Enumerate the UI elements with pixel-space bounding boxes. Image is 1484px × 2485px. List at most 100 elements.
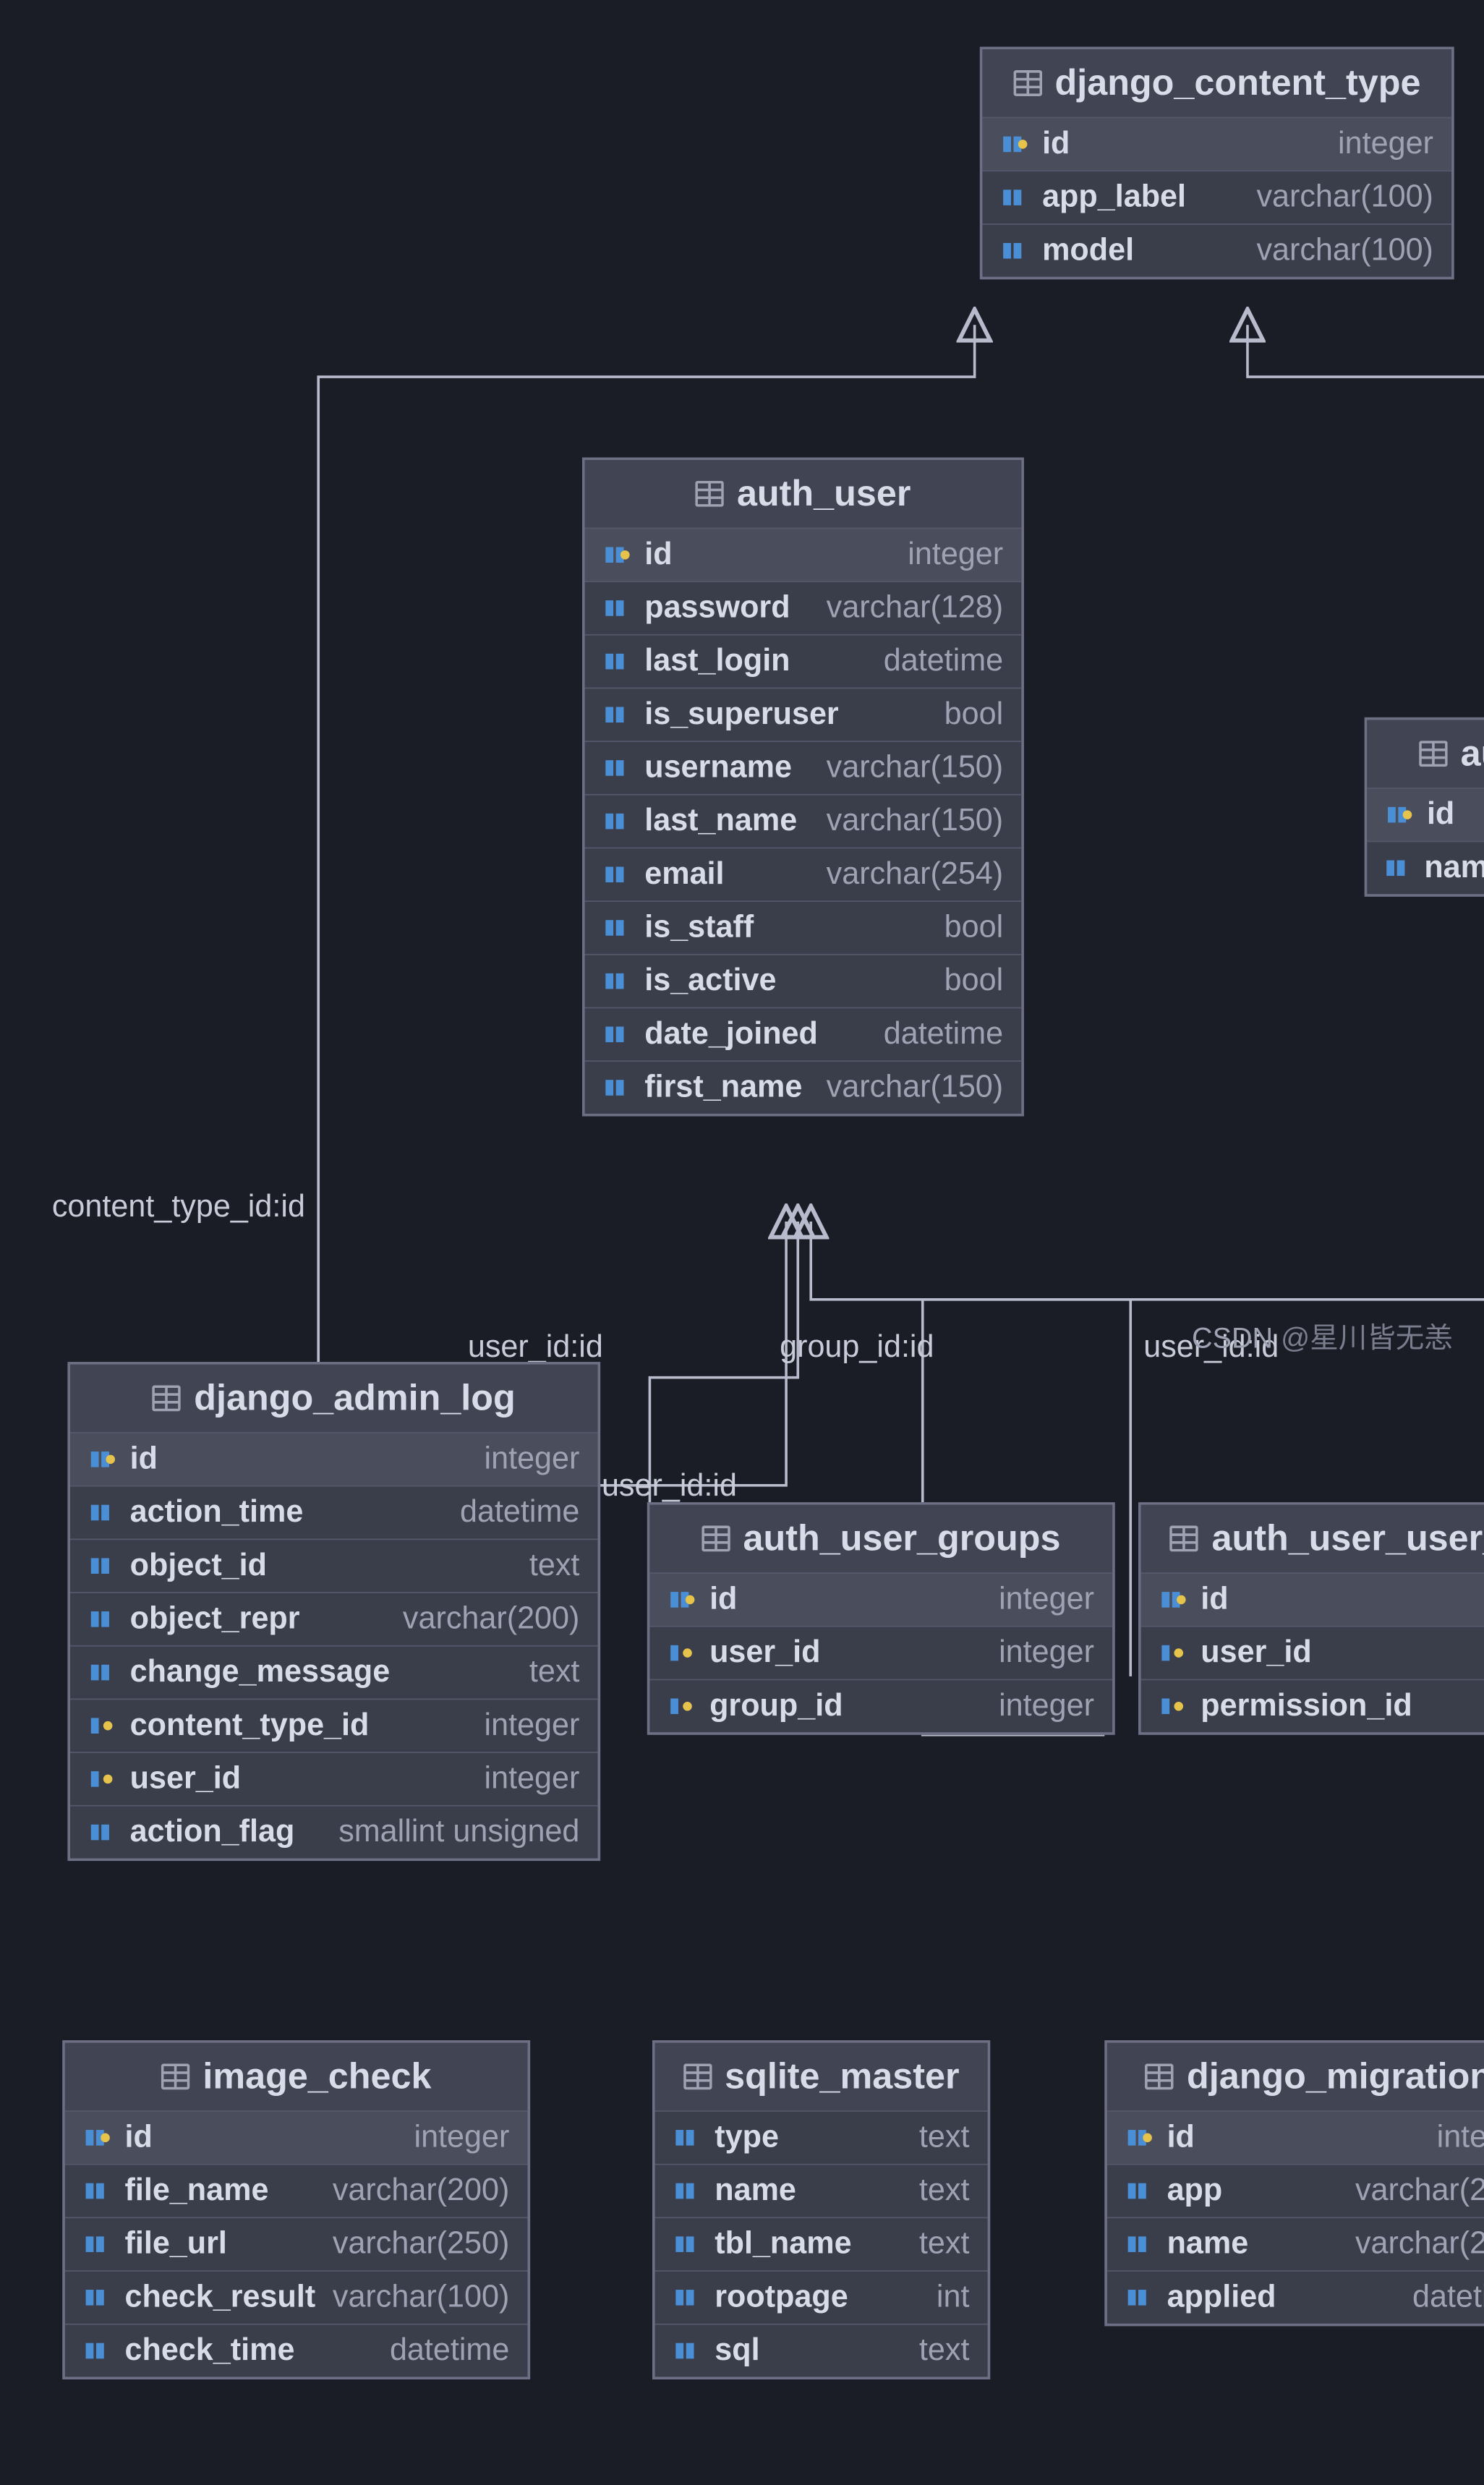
column-row: is_staff bool xyxy=(585,900,1022,954)
column-row: model varchar(100) xyxy=(982,223,1451,277)
column-type: text xyxy=(919,2332,970,2369)
column-row: passwordvarchar(128) xyxy=(585,581,1022,634)
column-type: varchar(255) xyxy=(1355,2173,1484,2209)
column-icon xyxy=(88,1820,117,1843)
primary-key-icon xyxy=(1125,2126,1154,2149)
column-row: object_reprvarchar(200) xyxy=(70,1592,598,1645)
column-name: object_repr xyxy=(130,1601,300,1637)
column-icon xyxy=(88,1661,117,1684)
column-type: varchar(100) xyxy=(333,2280,509,2316)
column-icon xyxy=(1385,856,1411,879)
column-row: idinteger xyxy=(70,1432,598,1486)
column-icon xyxy=(673,2339,702,2362)
foreign-key-icon xyxy=(1159,1695,1188,1718)
table-auth-group[interactable]: auth_groupidintegernamevarchar(150) xyxy=(1365,717,1484,897)
column-row: rootpageint xyxy=(655,2270,988,2324)
column-icon xyxy=(1125,2179,1154,2202)
table-icon xyxy=(695,481,724,507)
foreign-key-icon xyxy=(1159,1641,1188,1664)
column-name: action_flag xyxy=(130,1814,295,1850)
column-icon xyxy=(83,2233,112,2256)
column-icon xyxy=(83,2339,112,2362)
column-name: is_staff xyxy=(644,910,754,946)
column-icon xyxy=(673,2179,702,2202)
column-row: app varchar(255) xyxy=(1107,2164,1484,2217)
column-type: varchar(100) xyxy=(1256,233,1433,269)
primary-key-icon xyxy=(603,543,632,566)
column-icon xyxy=(603,1023,632,1046)
column-row: idinteger xyxy=(982,117,1451,171)
table-auth-user-user-permissions[interactable]: auth_user_user_permissionsidintegeruser_… xyxy=(1138,1502,1484,1735)
column-type: varchar(150) xyxy=(827,750,1003,786)
primary-key-icon xyxy=(83,2126,112,2149)
table-django-migrations[interactable]: django_migrationsidintegerappvarchar(255… xyxy=(1104,2040,1484,2326)
column-name: action_time xyxy=(130,1494,304,1530)
column-row: file_urlvarchar(250) xyxy=(65,2217,528,2270)
column-type: varchar(250) xyxy=(333,2226,509,2262)
table-icon xyxy=(1170,1525,1199,1551)
foreign-key-icon xyxy=(668,1695,697,1718)
column-row: action_flagsmallint unsigned xyxy=(70,1805,598,1859)
foreign-key-icon xyxy=(668,1641,697,1664)
table-title: auth_user_groups xyxy=(743,1518,1061,1559)
table-title: django_admin_log xyxy=(194,1378,515,1419)
column-row: idinteger xyxy=(585,528,1022,581)
column-name: object_id xyxy=(130,1548,267,1584)
column-type: text xyxy=(529,1654,580,1690)
column-type: integer xyxy=(485,1761,580,1797)
table-django-content-type[interactable]: django_content_typeidintegerapp_labelvar… xyxy=(980,47,1454,280)
primary-key-icon xyxy=(668,1588,697,1611)
column-name: name xyxy=(1424,850,1484,886)
column-icon xyxy=(673,2233,702,2256)
table-auth-user-groups[interactable]: auth_user_groupsidintegeruser_idintegerg… xyxy=(647,1502,1115,1735)
table-title: auth_group xyxy=(1461,733,1484,774)
column-type: int xyxy=(937,2280,970,2316)
column-name: is_active xyxy=(644,963,776,999)
column-type: varchar(255) xyxy=(1355,2226,1484,2262)
column-name: first_name xyxy=(644,1070,802,1106)
column-name: name xyxy=(715,2173,796,2209)
table-header: image_check xyxy=(65,2043,528,2110)
column-type: integer xyxy=(1338,126,1433,162)
column-name: change_message xyxy=(130,1654,391,1690)
column-icon xyxy=(603,756,632,780)
table-icon xyxy=(1013,70,1042,96)
column-type: integer xyxy=(414,2120,509,2156)
column-name: model xyxy=(1042,233,1134,269)
column-type: bool xyxy=(944,910,1004,946)
table-title: auth_user xyxy=(737,473,911,514)
column-name: email xyxy=(644,856,724,892)
column-type: bool xyxy=(944,696,1004,733)
primary-key-icon xyxy=(1001,132,1030,155)
column-name: password xyxy=(644,590,790,626)
diagram-canvas: content_type_id:id content_type_id:id us… xyxy=(0,0,1484,1383)
table-sqlite-master[interactable]: sqlite_mastertypetextnametexttbl_nametex… xyxy=(652,2040,990,2379)
column-name: type xyxy=(715,2120,779,2156)
column-name: app xyxy=(1167,2173,1223,2209)
column-row: is_superuserbool xyxy=(585,688,1022,741)
column-row: user_idinteger xyxy=(1141,1626,1484,1679)
column-type: varchar(150) xyxy=(827,1070,1003,1106)
column-type: integer xyxy=(908,537,1003,573)
column-row: user_idinteger xyxy=(649,1626,1112,1679)
table-title: sqlite_master xyxy=(725,2056,959,2097)
column-row: idinteger xyxy=(1107,2110,1484,2164)
column-icon xyxy=(83,2286,112,2309)
column-name: file_name xyxy=(124,2173,268,2209)
column-row: nametext xyxy=(655,2164,988,2217)
column-icon xyxy=(603,703,632,726)
column-name: last_name xyxy=(644,803,797,839)
column-type: integer xyxy=(999,1634,1094,1671)
column-icon xyxy=(1125,2286,1154,2309)
table-django-admin-log[interactable]: django_admin_log idintegeraction_timedate… xyxy=(67,1362,600,1861)
table-auth-user[interactable]: auth_user idintegerpasswordvarchar(128) la… xyxy=(582,457,1024,1116)
column-row: permission_idinteger xyxy=(1141,1679,1484,1733)
table-image-check[interactable]: image_checkidintegerfile_namevarchar(200… xyxy=(62,2040,530,2379)
edge-label: group_id:id xyxy=(780,1329,934,1365)
column-icon xyxy=(1001,186,1030,209)
foreign-key-icon xyxy=(88,1768,117,1791)
watermark-site: CSDN xyxy=(1192,1322,1273,1355)
table-icon xyxy=(683,2063,712,2089)
column-name: id xyxy=(124,2120,152,2156)
column-row: action_timedatetime xyxy=(70,1486,598,1539)
